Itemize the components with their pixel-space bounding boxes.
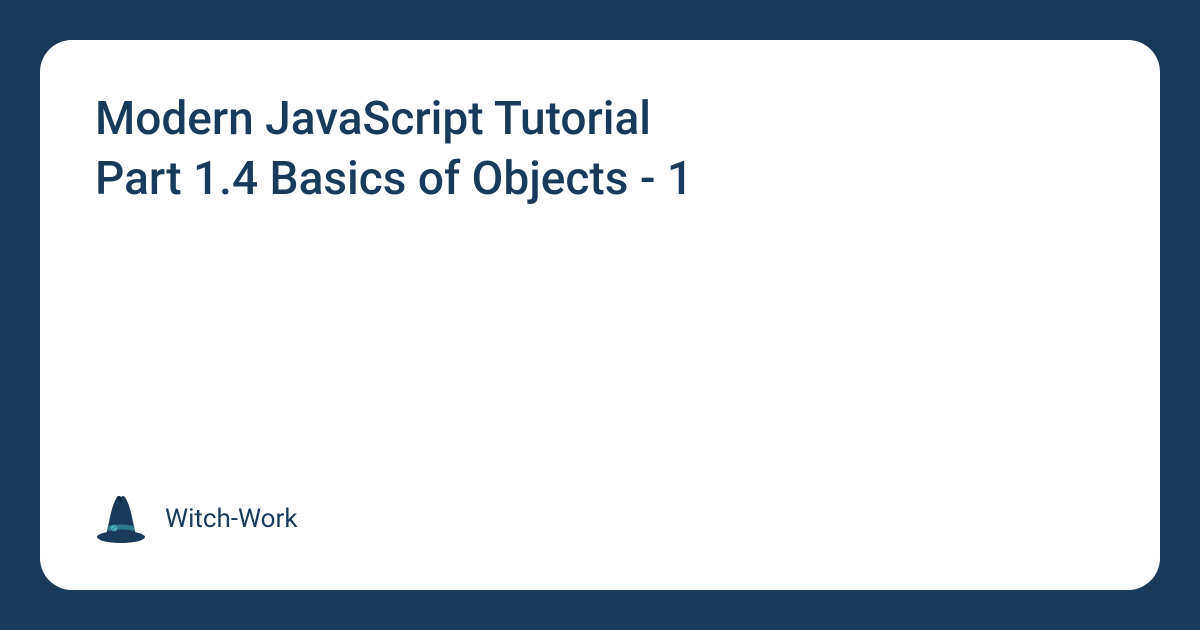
content-card: Modern JavaScript Tutorial Part 1.4 Basi… <box>40 40 1160 590</box>
brand-label: Witch-Work <box>165 504 298 534</box>
witch-hat-icon <box>95 493 147 545</box>
page-title: Modern JavaScript Tutorial Part 1.4 Basi… <box>95 90 1105 210</box>
footer: Witch-Work <box>95 493 1105 545</box>
